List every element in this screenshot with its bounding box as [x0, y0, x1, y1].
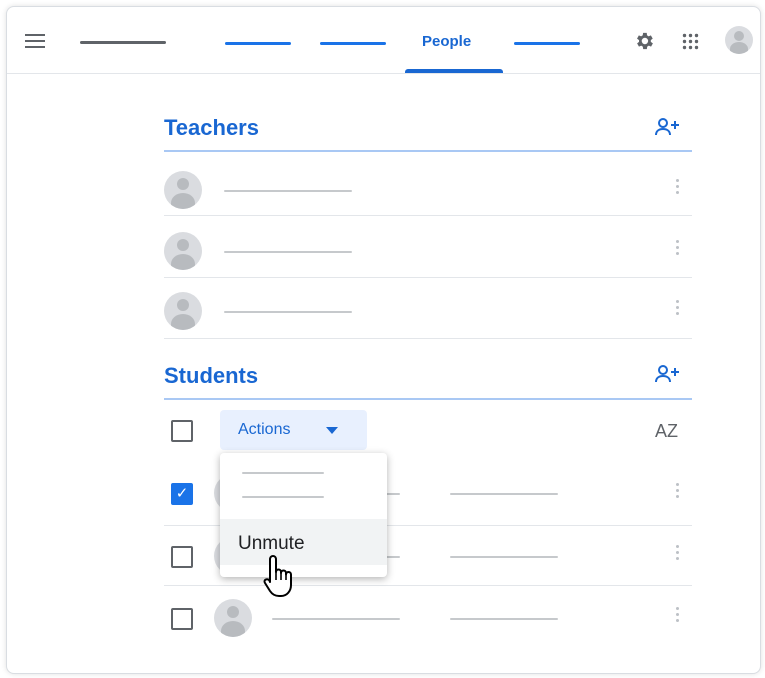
hand-pointer-cursor-icon — [263, 555, 292, 597]
menu-item-unmute-label: Unmute — [238, 533, 305, 554]
row-divider — [164, 277, 692, 278]
teacher-row[interactable] — [164, 160, 692, 220]
account-avatar[interactable] — [725, 26, 753, 54]
teachers-heading: Teachers — [164, 115, 259, 140]
student-last-name-placeholder — [450, 493, 558, 495]
teacher-name-placeholder — [224, 190, 352, 192]
teacher-name-placeholder — [224, 251, 352, 253]
invite-student-icon[interactable] — [655, 364, 681, 384]
teachers-divider — [164, 150, 692, 152]
tab-people[interactable]: People — [405, 7, 503, 73]
tab-grades[interactable] — [514, 42, 580, 45]
avatar — [214, 599, 252, 637]
teacher-row[interactable] — [164, 282, 692, 342]
student-checkbox[interactable] — [171, 608, 193, 630]
student-last-name-placeholder — [450, 556, 558, 558]
more-options-icon[interactable] — [676, 483, 680, 501]
main-menu-icon[interactable] — [25, 34, 45, 52]
teacher-name-placeholder — [224, 311, 352, 313]
students-heading: Students — [164, 363, 259, 388]
top-bar: People — [7, 7, 760, 74]
more-options-icon[interactable] — [676, 240, 680, 258]
invite-teacher-icon[interactable] — [655, 117, 681, 137]
settings-gear-icon[interactable] — [633, 30, 655, 52]
student-last-name-placeholder — [450, 618, 558, 620]
student-checkbox[interactable] — [171, 546, 193, 568]
avatar — [164, 171, 202, 209]
teacher-row[interactable] — [164, 220, 692, 280]
menu-item-placeholder[interactable] — [242, 472, 324, 474]
row-divider — [164, 215, 692, 216]
tab-people-label: People — [422, 33, 472, 50]
student-first-name-placeholder — [272, 618, 400, 620]
tab-classwork[interactable] — [320, 42, 386, 45]
actions-label: Actions — [238, 421, 291, 438]
more-options-icon[interactable] — [676, 545, 680, 563]
actions-menu: Unmute — [220, 453, 387, 577]
menu-item-placeholder[interactable] — [242, 496, 324, 498]
more-options-icon[interactable] — [676, 300, 680, 318]
classroom-window: People Teachers Students Actions AZ ✓ Un… — [6, 6, 761, 674]
tab-stream[interactable] — [225, 42, 291, 45]
more-options-icon[interactable] — [676, 179, 680, 197]
row-divider — [164, 338, 692, 339]
caret-down-icon — [326, 427, 338, 434]
student-checkbox-checked[interactable]: ✓ — [171, 483, 193, 505]
actions-dropdown-button[interactable]: Actions — [220, 410, 367, 450]
avatar — [164, 292, 202, 330]
avatar — [164, 232, 202, 270]
class-name-placeholder — [80, 41, 166, 44]
select-all-checkbox[interactable] — [171, 420, 193, 442]
apps-grid-icon[interactable] — [682, 33, 699, 50]
more-options-icon[interactable] — [676, 607, 680, 625]
students-divider — [164, 398, 692, 400]
tab-people-underline — [405, 69, 503, 73]
student-row[interactable] — [164, 586, 692, 646]
menu-item-unmute[interactable]: Unmute — [220, 519, 387, 565]
sort-az-button[interactable]: AZ — [655, 421, 678, 442]
